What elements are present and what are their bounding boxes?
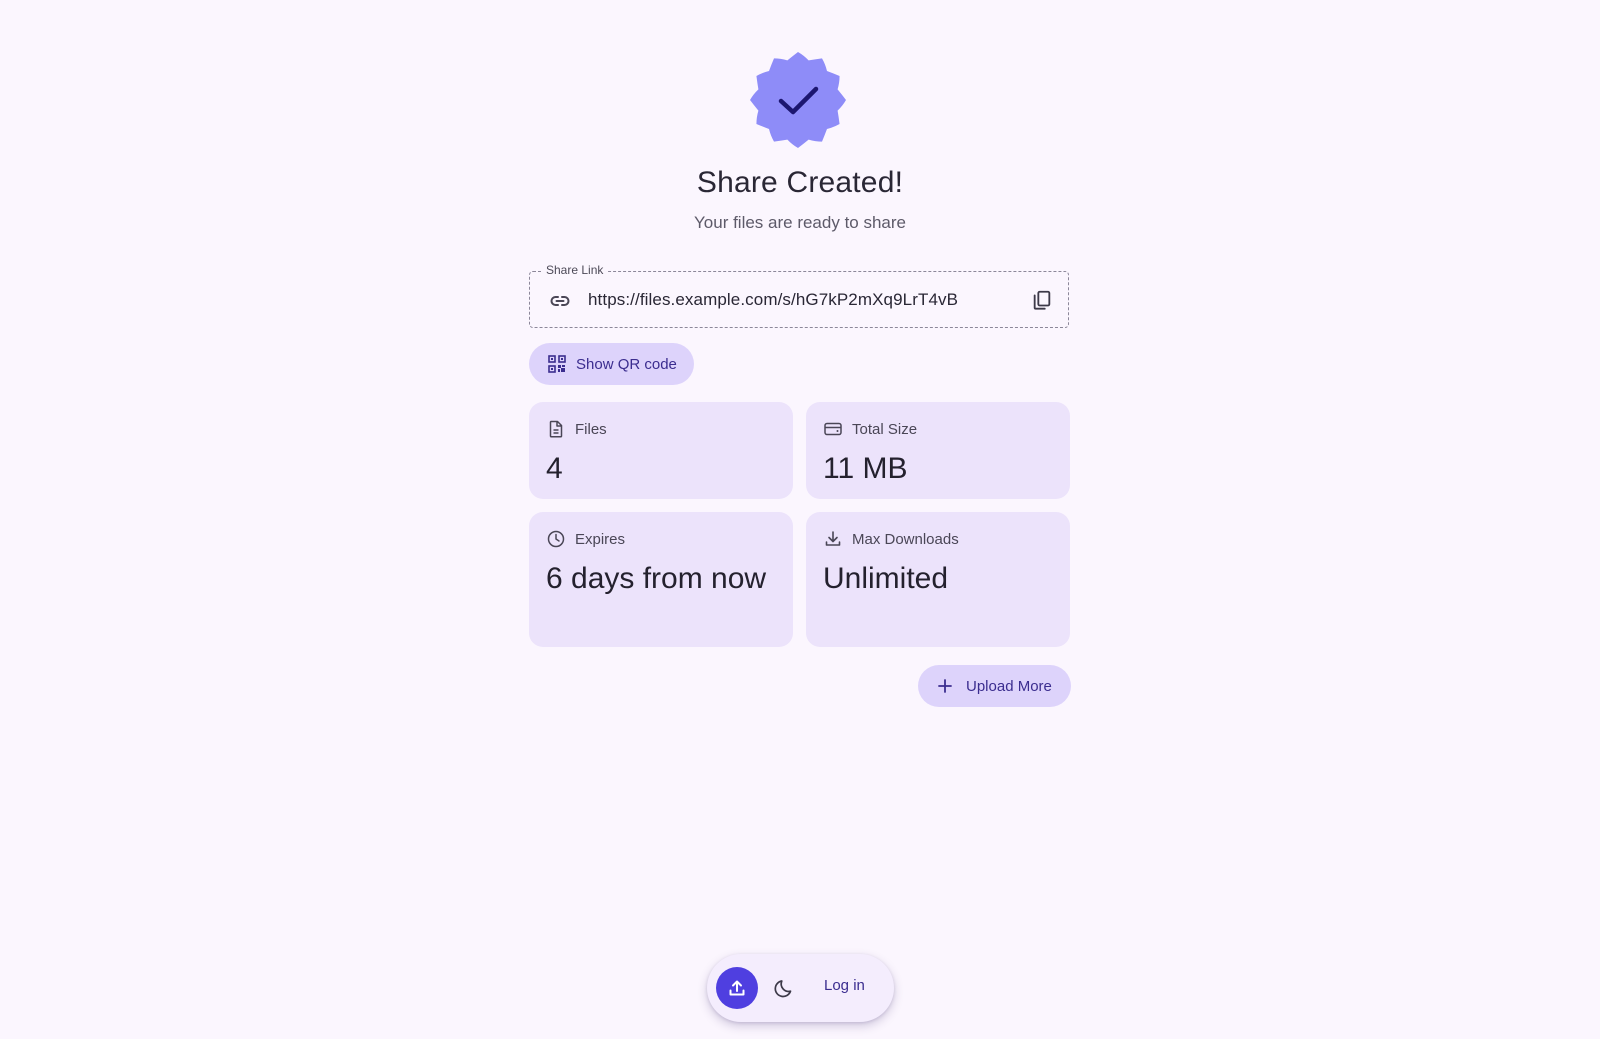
files-card: Files 4 xyxy=(529,402,793,499)
download-icon xyxy=(825,531,841,546)
page-title: Share Created! xyxy=(696,166,904,199)
link-icon xyxy=(550,296,570,306)
copy-link-button[interactable] xyxy=(1028,286,1056,314)
theme-toggle-button[interactable] xyxy=(772,975,798,1001)
upload-button[interactable] xyxy=(716,967,758,1009)
storage-icon xyxy=(824,422,842,436)
files-label: Files xyxy=(575,420,607,438)
share-created-page: Share Created! Your files are ready to s… xyxy=(0,0,1600,1039)
upload-more-button[interactable]: Upload More xyxy=(918,665,1071,707)
files-value: 4 xyxy=(546,452,563,485)
expires-card: Expires 6 days from now xyxy=(529,512,793,647)
expires-label: Expires xyxy=(575,530,626,548)
share-link-field[interactable]: Share Link https://files.example.com/s/h… xyxy=(529,263,1069,328)
clock-icon xyxy=(547,530,565,548)
show-qr-code-label: Show QR code xyxy=(576,355,677,373)
page-subtitle: Your files are ready to share xyxy=(694,213,906,232)
bottom-toolbar: Log in xyxy=(707,954,894,1022)
max-downloads-label: Max Downloads xyxy=(852,530,959,548)
upload-more-label: Upload More xyxy=(966,677,1052,695)
share-link-legend: Share Link xyxy=(542,263,608,277)
upload-icon xyxy=(729,980,745,996)
file-icon xyxy=(549,420,563,438)
moon-icon xyxy=(774,980,792,998)
check-badge-icon xyxy=(750,52,846,148)
plus-icon xyxy=(938,679,952,693)
max-downloads-value: Unlimited xyxy=(823,562,949,595)
total-size-label: Total Size xyxy=(852,420,918,438)
total-size-value: 11 MB xyxy=(823,452,908,485)
max-downloads-card: Max Downloads Unlimited xyxy=(806,512,1070,647)
share-link-url[interactable]: https://files.example.com/s/hG7kP2mXq9Lr… xyxy=(588,290,958,310)
copy-icon xyxy=(1033,290,1051,310)
total-size-card: Total Size 11 MB xyxy=(806,402,1070,499)
qr-code-icon xyxy=(548,355,566,373)
login-button[interactable]: Log in xyxy=(824,977,865,994)
show-qr-code-button[interactable]: Show QR code xyxy=(529,343,694,385)
expires-value: 6 days from now xyxy=(546,562,767,595)
